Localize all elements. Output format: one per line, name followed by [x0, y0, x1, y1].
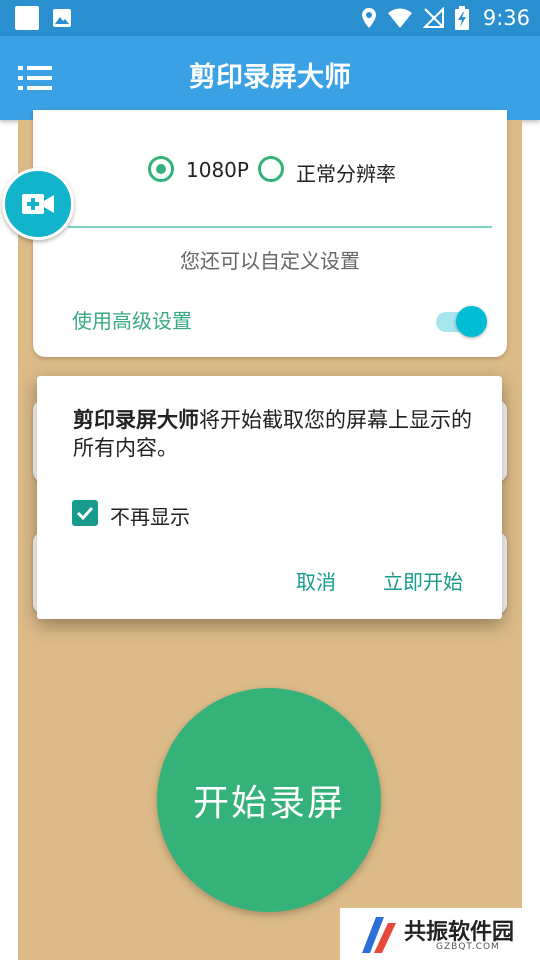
dont-show-again-label[interactable]: 不再显示	[110, 501, 190, 530]
wifi-icon	[387, 8, 412, 28]
dialog-app-name: 剪印录屏大师	[73, 408, 199, 432]
radio-1080p[interactable]	[148, 156, 174, 182]
radio-normal-resolution[interactable]	[258, 156, 284, 182]
toggle-thumb[interactable]	[456, 306, 487, 337]
status-time: 9:36	[482, 6, 530, 30]
cancel-button[interactable]: 取消	[296, 566, 336, 595]
battery-charging-icon	[454, 6, 469, 30]
radio-normal-resolution-label[interactable]: 正常分辨率	[296, 158, 396, 187]
video-camera-icon	[22, 194, 54, 214]
status-bar: 9:36	[0, 0, 540, 36]
custom-settings-hint: 您还可以自定义设置	[180, 249, 360, 273]
radio-1080p-label[interactable]: 1080P	[186, 158, 249, 182]
dialog-message: 剪印录屏大师将开始截取您的屏幕上显示的所有内容。	[73, 406, 473, 462]
start-now-button[interactable]: 立即开始	[383, 566, 463, 595]
status-icons: 9:36	[361, 0, 530, 36]
advanced-settings-label: 使用高级设置	[72, 309, 192, 333]
notification-square-icon	[15, 6, 39, 30]
divider	[68, 226, 492, 228]
location-icon	[361, 8, 376, 28]
watermark: 共振软件园 GZBQT.COM	[340, 908, 540, 960]
image-notification-icon	[53, 9, 71, 27]
app-title: 剪印录屏大师	[189, 62, 351, 93]
radio-selected-dot	[156, 164, 166, 174]
checkmark-icon	[76, 506, 94, 521]
watermark-logo-icon	[362, 917, 396, 953]
app-bar: 剪印录屏大师	[0, 36, 540, 120]
no-signal-icon	[422, 7, 444, 28]
start-recording-button[interactable]: 开始录屏	[157, 688, 381, 912]
watermark-subtext: GZBQT.COM	[436, 942, 500, 952]
video-record-button[interactable]	[2, 168, 74, 240]
screen-capture-dialog: 剪印录屏大师将开始截取您的屏幕上显示的所有内容。 不再显示 取消 立即开始	[37, 376, 502, 619]
start-recording-label: 开始录屏	[192, 783, 345, 824]
dont-show-again-checkbox[interactable]	[72, 500, 98, 526]
